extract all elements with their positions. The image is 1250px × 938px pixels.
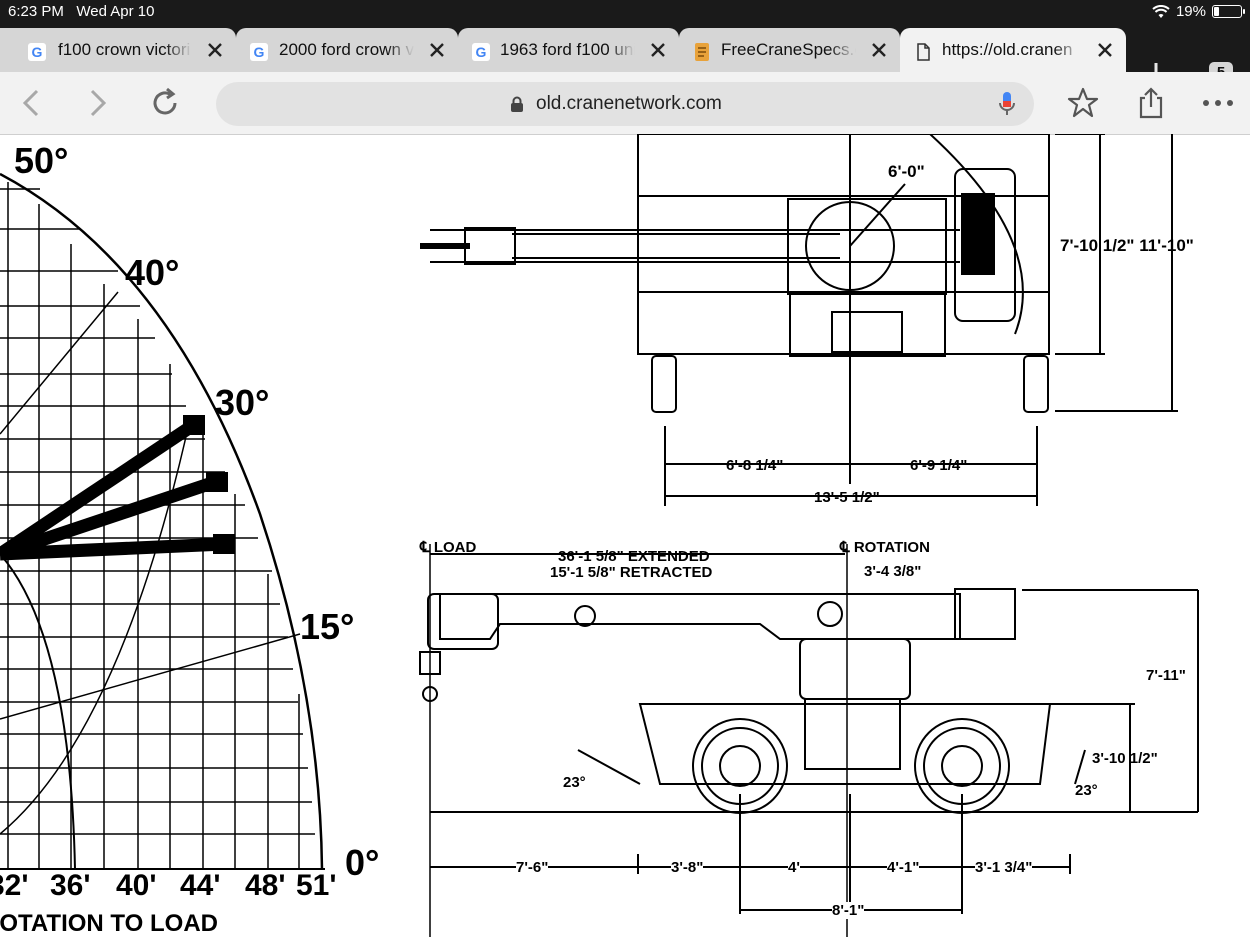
document-icon [695,43,709,61]
google-icon: G [250,43,268,61]
dim-front-axle: 3'-8" [671,859,704,876]
close-icon[interactable] [870,41,888,59]
tab-0[interactable]: G f100 crown victori [0,28,236,72]
close-icon[interactable] [649,41,667,59]
tab-4-active[interactable]: https://old.cranen [900,28,1126,72]
load-centerline-label: ℄ LOAD [420,539,477,556]
address-bar[interactable]: old.cranenetwork.com [216,82,1034,126]
angle-label-0: 0° [345,842,380,883]
dim-heights: 7'-10 1/2" 11'-10" [1060,236,1194,255]
bookmark-star-icon[interactable] [1066,86,1100,120]
distance-label-48: 48' [245,869,286,902]
back-icon[interactable] [15,86,49,120]
status-time: 6:23 PM Wed Apr 10 [8,3,155,20]
dim-left-half: 6'-8 1/4" [726,457,784,474]
dim-rear-overhang: 3'-1 3/4" [975,859,1033,876]
tab-1[interactable]: G 2000 ford crown vi [236,28,458,72]
dim-turret: 6'-0" [888,162,925,181]
url-text: old.cranenetwork.com [536,93,722,114]
reload-icon[interactable] [148,86,182,120]
tab-strip: G f100 crown victori G 2000 ford crown v… [0,24,1250,85]
angle-label-50: 50° [14,140,69,181]
lock-icon [511,96,523,112]
distance-label-44: 44' [180,869,221,902]
approach-angle-right: 23° [1075,782,1098,799]
dim-wheelbase: 8'-1" [832,902,865,919]
status-right: 19% [1152,3,1245,20]
status-bar: 6:23 PM Wed Apr 10 19% [0,0,1250,24]
tab-title: f100 crown victori [58,40,191,59]
dim-right-half: 6'-9 1/4" [910,457,968,474]
tab-3[interactable]: FreeCraneSpecs.c [679,28,900,72]
tab-title: 2000 ford crown vi [279,40,414,59]
rotation-centerline-label: ℄ ROTATION [840,539,930,556]
distance-label-36: 36' [50,869,91,902]
share-icon[interactable] [1134,86,1168,120]
google-icon: G [28,43,46,61]
distance-label-32: 32' [0,869,29,902]
page-icon [917,43,930,61]
battery-icon [1212,5,1245,18]
rotation-offset-dim: 3'-4 3/8" [864,563,922,580]
chart-bottom-label: ROTATION TO LOAD [0,910,218,937]
wifi-icon [1152,4,1170,18]
angle-label-30: 30° [215,382,270,423]
google-icon: G [472,43,490,61]
dim-mid-front: 4' [788,859,800,876]
dim-front-overhang: 7'-6" [516,859,549,876]
forward-icon[interactable] [80,86,114,120]
angle-label-15: 15° [300,606,355,647]
svg-text:G: G [476,44,487,60]
tab-title: 1963 ford f100 uni [500,40,635,59]
dim-total-width: 13'-5 1/2" [814,489,880,506]
svg-text:G: G [254,44,265,60]
height-deck-dim: 3'-10 1/2" [1092,750,1158,767]
angle-label-40: 40° [125,252,180,293]
microphone-icon[interactable] [998,91,1016,117]
close-icon[interactable] [428,41,446,59]
crane-side-view [419,544,1199,937]
page-content: 50° 40° 30° 15° 0° 32' 36' 40' 44' 48' 5… [0,134,1250,937]
boom-positions [0,420,226,561]
battery-percent: 19% [1175,3,1206,20]
svg-text:G: G [32,44,43,60]
approach-angle-left: 23° [563,774,586,791]
boom-extended-dim: 36'-1 5/8" EXTENDED [558,548,710,565]
browser-toolbar: old.cranenetwork.com [0,72,1250,135]
more-menu-icon[interactable] [1201,86,1235,120]
tab-title: https://old.cranen [942,40,1073,59]
boom-retracted-dim: 15'-1 5/8" RETRACTED [550,564,713,581]
height-total-dim: 7'-11" [1146,667,1186,684]
tab-title: FreeCraneSpecs.c [721,40,856,59]
close-icon[interactable] [1096,41,1114,59]
dim-mid-rear: 4'-1" [887,859,920,876]
distance-label-51: 51' [296,869,337,902]
close-icon[interactable] [206,41,224,59]
distance-label-40: 40' [116,869,157,902]
tab-2[interactable]: G 1963 ford f100 uni [458,28,679,72]
crane-top-view [420,134,1178,506]
